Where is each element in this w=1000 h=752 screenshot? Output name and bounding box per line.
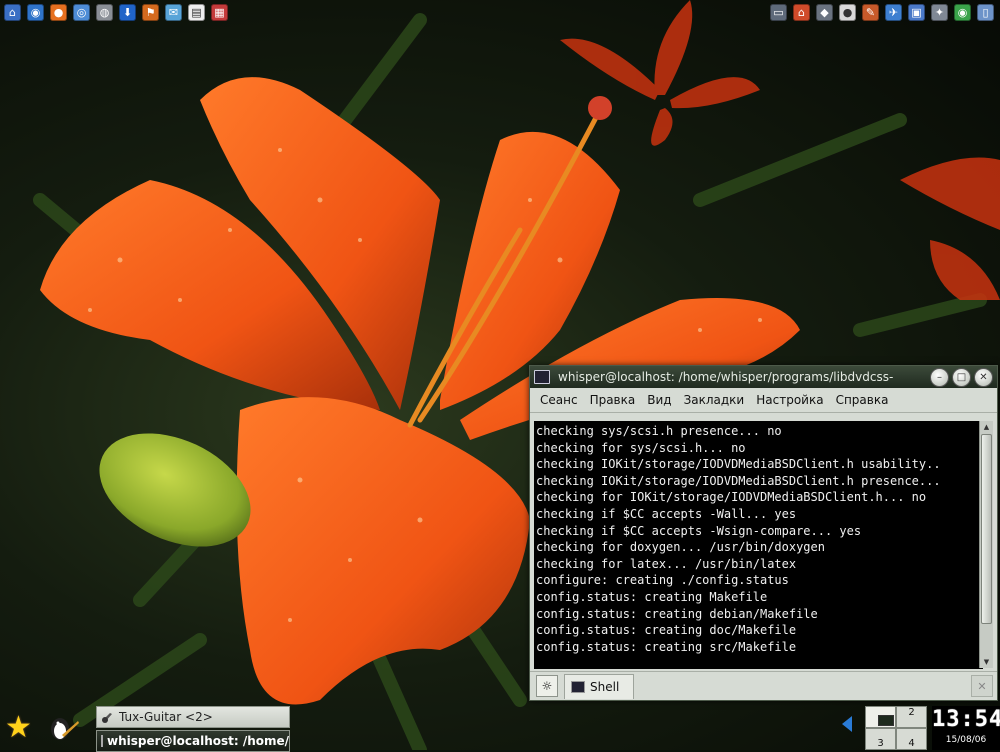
menu-settings[interactable]: Настройка (750, 393, 829, 407)
minimize-button[interactable]: – (930, 367, 949, 387)
pager-desktop-2[interactable]: 2 (896, 706, 927, 728)
home-folder-icon[interactable]: ⌂ (793, 3, 810, 21)
pager-desktop-number: 4 (908, 738, 915, 749)
desktop-pager: 1 2 3 4 (865, 706, 927, 750)
download-icon[interactable]: ⬇ (119, 3, 136, 21)
document-icon[interactable]: ▤ (188, 3, 205, 21)
scroll-down-icon[interactable]: ▼ (980, 656, 993, 668)
show-desktop-arrow-icon[interactable] (842, 716, 852, 732)
terminal-line: checking sys/scsi.h presence... no (536, 424, 782, 438)
menu-view[interactable]: Вид (641, 393, 677, 407)
minimize-icon: – (937, 371, 942, 383)
terminal-icon (101, 735, 103, 747)
pager-desktop-number: 2 (908, 707, 915, 718)
pager-desktop-number: 3 (877, 738, 884, 749)
new-session-button[interactable]: ☼ (536, 675, 558, 697)
maximize-icon: □ (956, 371, 967, 383)
top-left-launcher-bar: ⌂ ◉ ● ◎ ◍ ⬇ ⚑ ✉ ▤ ▦ (4, 2, 228, 22)
scrollbar-thumb[interactable] (981, 434, 992, 624)
pager-desktop-1[interactable]: 1 (865, 706, 896, 728)
session-tab-bar: ☼ Shell ✕ (530, 671, 997, 700)
terminal-line: checking for latex... /usr/bin/latex (536, 556, 797, 571)
close-session-icon: ✕ (977, 679, 987, 693)
menu-bar: Сеанс Правка Вид Закладки Настройка Спра… (530, 388, 997, 413)
firefox-icon[interactable]: ● (50, 3, 67, 21)
menu-edit[interactable]: Правка (584, 393, 642, 407)
calendar-icon[interactable]: ▦ (211, 3, 228, 21)
terminal-icon (571, 680, 585, 693)
window-titlebar[interactable]: whisper@localhost: /home/whisper/program… (530, 366, 997, 388)
menu-session[interactable]: Сеанс (534, 393, 584, 407)
wifi-icon[interactable]: ◉ (954, 3, 971, 21)
terminal-line: checking if $CC accepts -Wall... yes (536, 506, 797, 521)
chat-icon[interactable]: ✉ (165, 3, 182, 21)
terminal-line: config.status: creating debian/Makefile (536, 606, 818, 621)
trash-icon[interactable]: ▯ (977, 3, 994, 21)
terminal-icon[interactable] (534, 370, 550, 384)
menu-bookmarks[interactable]: Закладки (678, 393, 751, 407)
close-session-button[interactable]: ✕ (971, 675, 993, 697)
tool-icon[interactable]: ◆ (816, 3, 833, 21)
window-title: whisper@localhost: /home/whisper/program… (558, 370, 894, 384)
close-icon: ✕ (979, 371, 988, 383)
konsole-window[interactable]: whisper@localhost: /home/whisper/program… (529, 365, 998, 701)
tux-guitar-launcher-icon[interactable] (48, 713, 80, 743)
flag-icon[interactable]: ⚑ (142, 3, 159, 21)
terminal-line: checking for IOKit/storage/IODVDMediaBSD… (536, 490, 927, 505)
terminal-line: checking for doxygen... /usr/bin/doxygen (536, 540, 825, 555)
task-tux-guitar[interactable]: Tux-Guitar <2> (96, 706, 290, 728)
clock-time: 13:54 (932, 707, 1000, 732)
menu-help[interactable]: Справка (830, 393, 895, 407)
clock[interactable]: 13:54 15/08/06 (932, 706, 1000, 750)
terminal-output[interactable]: checking sys/scsi.h presence... no checki… (534, 421, 983, 669)
terminal-line: config.status: creating Makefile (536, 589, 768, 604)
window-thumbnail (878, 715, 894, 726)
scroll-up-icon[interactable]: ▲ (980, 421, 993, 433)
bird-icon[interactable]: ✈ (885, 3, 902, 21)
taskbar: Tux-Guitar <2> whisper@localhost: /home/… (96, 706, 290, 752)
terminal-line: checking IOKit/storage/IODVDMediaBSDClie… (536, 473, 941, 488)
paint-icon[interactable]: ✎ (862, 3, 879, 21)
terminal-line: checking IOKit/storage/IODVDMediaBSDClie… (536, 457, 941, 472)
guitar-icon (102, 713, 112, 723)
cd-icon[interactable]: ● (839, 3, 856, 21)
terminal-line: checking if $CC accepts -Wsign-compare..… (536, 523, 862, 538)
terminal-line: checking for sys/scsi.h... no (536, 440, 746, 455)
settings-icon[interactable]: ✦ (931, 3, 948, 21)
maximize-button[interactable]: □ (952, 367, 971, 387)
task-label: whisper@localhost: /home/w (107, 734, 290, 748)
terminal-line: configure: creating ./config.status (536, 573, 789, 588)
pager-desktop-4[interactable]: 4 (896, 728, 927, 750)
tab-shell-label: Shell (590, 679, 620, 694)
clock-date: 15/08/06 (945, 735, 987, 745)
task-konsole[interactable]: whisper@localhost: /home/w (96, 730, 290, 752)
window-icon[interactable]: ▣ (908, 3, 925, 21)
kde-home-icon[interactable]: ⌂ (4, 3, 21, 21)
printer-icon[interactable]: ▭ (770, 3, 787, 21)
top-right-launcher-bar: ▭ ⌂ ◆ ● ✎ ✈ ▣ ✦ ◉ ▯ (770, 2, 994, 22)
disk-icon[interactable]: ◍ (96, 3, 113, 21)
new-session-icon: ☼ (541, 679, 553, 693)
terminal-line: config.status: creating src/Makefile (536, 639, 797, 654)
terminal-scrollbar[interactable]: ▲ ▼ (979, 421, 993, 668)
tab-shell[interactable]: Shell (564, 673, 635, 699)
network-icon[interactable]: ◎ (73, 3, 90, 21)
terminal-line: config.status: creating doc/Makefile (536, 623, 797, 638)
pager-desktop-3[interactable]: 3 (865, 728, 896, 750)
kmenu-star-icon[interactable]: ★ (5, 712, 37, 744)
task-label: Tux-Guitar <2> (119, 710, 213, 724)
close-button[interactable]: ✕ (974, 367, 993, 387)
konqueror-icon[interactable]: ◉ (27, 3, 44, 21)
